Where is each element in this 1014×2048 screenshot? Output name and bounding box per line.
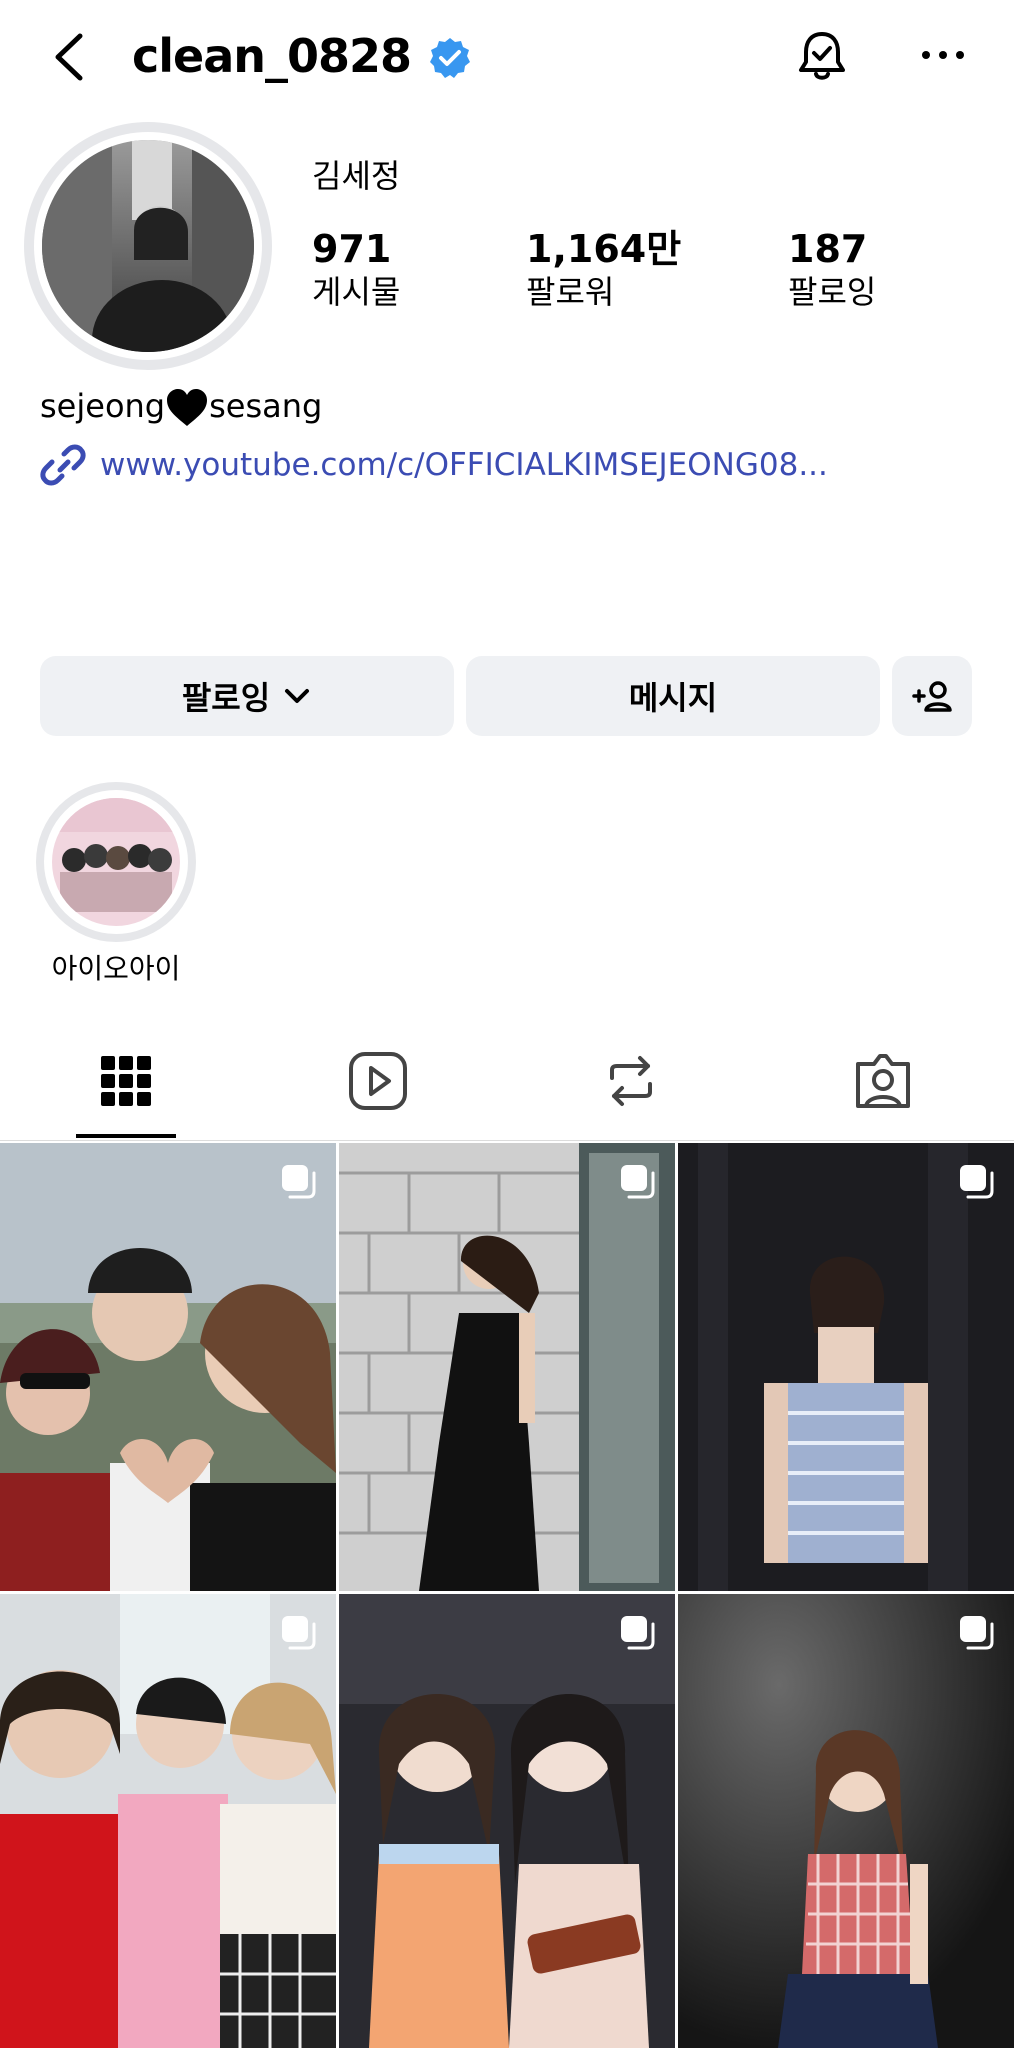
back-arrow-icon[interactable] (50, 30, 90, 84)
active-tab-indicator (76, 1134, 176, 1138)
post-tile[interactable] (339, 1143, 675, 1591)
message-button[interactable]: 메시지 (466, 656, 880, 736)
post-tile[interactable] (0, 1143, 336, 1591)
followers-count: 1,164만 (526, 227, 682, 271)
carousel-icon (960, 1165, 994, 1199)
tagged-icon[interactable] (852, 1050, 914, 1112)
story-highlight[interactable] (52, 798, 180, 926)
carousel-icon (621, 1165, 655, 1199)
following-label[interactable]: 팔로잉 (788, 272, 876, 312)
reels-icon[interactable] (347, 1050, 409, 1112)
chevron-down-icon (285, 689, 310, 703)
profile-link[interactable]: www.youtube.com/c/OFFICIALKIMSEJEONG08..… (100, 444, 828, 486)
carousel-icon (282, 1165, 316, 1199)
link-icon (40, 444, 86, 486)
post-tile[interactable] (678, 1143, 1014, 1591)
posts-count: 971 (312, 227, 392, 271)
notification-bell-icon[interactable] (796, 28, 848, 84)
bio-text-end: sesang (209, 387, 323, 425)
suggested-people-button[interactable] (892, 656, 972, 736)
post-tile[interactable] (339, 1594, 675, 2048)
add-person-icon (912, 681, 952, 712)
carousel-icon (621, 1616, 655, 1650)
following-count: 187 (788, 227, 868, 271)
following-button-label: 팔로잉 (181, 679, 271, 717)
more-options-icon[interactable] (918, 40, 968, 70)
profile-username: clean_0828 (132, 29, 412, 83)
message-button-label: 메시지 (628, 679, 718, 717)
avatar[interactable] (42, 140, 254, 352)
followers-label[interactable]: 팔로워 (526, 272, 614, 312)
repost-icon[interactable] (600, 1050, 662, 1112)
posts-label[interactable]: 게시물 (312, 272, 400, 312)
post-tile[interactable] (0, 1594, 336, 2048)
carousel-icon (282, 1616, 316, 1650)
bio-text-start: sejeong (40, 387, 166, 425)
black-heart-icon (167, 389, 208, 426)
post-tile[interactable] (678, 1594, 1014, 2048)
highlight-label: 아이오아이 (51, 952, 181, 985)
verified-badge-icon (430, 38, 470, 78)
profile-display-name: 김세정 (312, 157, 401, 195)
following-button[interactable]: 팔로잉 (40, 656, 454, 736)
profile-bio: sejeong sesang (40, 386, 322, 428)
carousel-icon (960, 1616, 994, 1650)
grid-icon[interactable] (95, 1050, 157, 1112)
